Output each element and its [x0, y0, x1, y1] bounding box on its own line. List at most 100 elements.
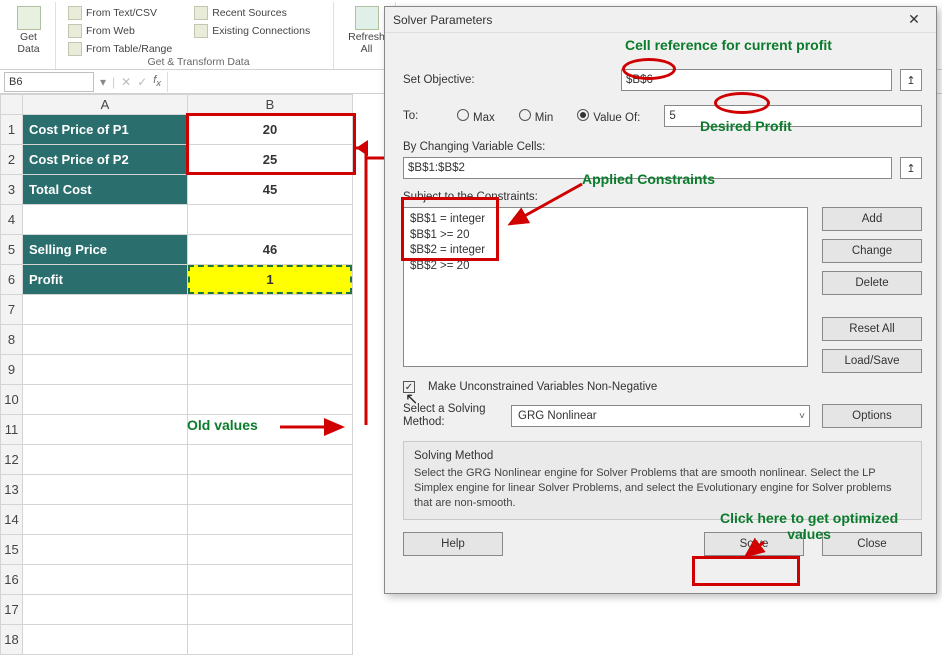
- cell-B16[interactable]: [188, 565, 352, 594]
- cell-A13[interactable]: [23, 475, 187, 504]
- col-header-B[interactable]: B: [188, 95, 353, 115]
- row-header[interactable]: 2: [1, 145, 23, 175]
- cell-A9[interactable]: [23, 355, 187, 384]
- radio-value-of[interactable]: Value Of:: [577, 109, 640, 124]
- solving-method-select[interactable]: GRG Nonlinear ˅: [511, 405, 810, 427]
- cell-A14[interactable]: [23, 505, 187, 534]
- cell-A4[interactable]: [23, 205, 187, 234]
- constraints-listbox[interactable]: $B$1 = integer $B$1 >= 20 $B$2 = integer…: [403, 207, 808, 367]
- cell-B4[interactable]: [188, 205, 352, 234]
- cell-A8[interactable]: [23, 325, 187, 354]
- row-header[interactable]: 4: [1, 205, 23, 235]
- row-header[interactable]: 16: [1, 565, 23, 595]
- cell-B13[interactable]: [188, 475, 352, 504]
- constraint-item[interactable]: $B$2 = integer: [410, 243, 801, 259]
- constraint-item[interactable]: $B$2 >= 20: [410, 259, 801, 275]
- refresh-all-button[interactable]: Refresh All: [347, 4, 387, 55]
- get-data-button[interactable]: Get Data: [9, 4, 49, 55]
- to-label: To:: [403, 110, 433, 122]
- enter-formula-icon[interactable]: ✓: [137, 75, 147, 89]
- load-save-button[interactable]: Load/Save: [822, 349, 922, 373]
- range-picker-button[interactable]: ↥: [900, 69, 922, 91]
- add-button[interactable]: Add: [822, 207, 922, 231]
- from-table-range-button[interactable]: From Table/Range: [66, 40, 174, 57]
- set-objective-input[interactable]: $B$6: [621, 69, 892, 91]
- row-header[interactable]: 7: [1, 295, 23, 325]
- name-box[interactable]: B6: [4, 72, 94, 92]
- cell-B12[interactable]: [188, 445, 352, 474]
- cell-A11[interactable]: [23, 415, 187, 444]
- by-changing-input[interactable]: $B$1:$B$2: [403, 157, 892, 179]
- change-button[interactable]: Change: [822, 239, 922, 263]
- row-header[interactable]: 8: [1, 325, 23, 355]
- close-dialog-button[interactable]: Close: [822, 532, 922, 556]
- recent-sources-button[interactable]: Recent Sources: [192, 4, 312, 21]
- help-button[interactable]: Help: [403, 532, 503, 556]
- cell-B11[interactable]: [188, 415, 352, 444]
- cell-B6[interactable]: 1: [188, 265, 352, 294]
- cell-A17[interactable]: [23, 595, 187, 624]
- fx-icon[interactable]: fx: [153, 74, 161, 88]
- reset-all-button[interactable]: Reset All: [822, 317, 922, 341]
- cell-A12[interactable]: [23, 445, 187, 474]
- row-header[interactable]: 1: [1, 115, 23, 145]
- chevron-down-icon: ˅: [799, 411, 805, 422]
- row-header[interactable]: 11: [1, 415, 23, 445]
- cell-B8[interactable]: [188, 325, 352, 354]
- value-of-input[interactable]: 5: [664, 105, 922, 127]
- cell-A6[interactable]: Profit: [23, 265, 187, 294]
- range-picker-button[interactable]: ↥: [900, 157, 922, 179]
- cell-B10[interactable]: [188, 385, 352, 414]
- from-web-button[interactable]: From Web: [66, 22, 174, 39]
- cell-B9[interactable]: [188, 355, 352, 384]
- from-text-csv-button[interactable]: From Text/CSV: [66, 4, 174, 21]
- cell-A3[interactable]: Total Cost: [23, 175, 187, 204]
- cancel-formula-icon[interactable]: ✕: [121, 75, 131, 89]
- cell-A7[interactable]: [23, 295, 187, 324]
- cell-A1[interactable]: Cost Price of P1: [23, 115, 187, 144]
- radio-min[interactable]: Min: [519, 109, 554, 124]
- cell-B1[interactable]: 20: [188, 115, 352, 144]
- cell-B7[interactable]: [188, 295, 352, 324]
- constraint-item[interactable]: $B$1 >= 20: [410, 228, 801, 244]
- cell-B5[interactable]: 46: [188, 235, 352, 264]
- dialog-titlebar[interactable]: Solver Parameters ✕: [385, 7, 936, 33]
- row-header[interactable]: 14: [1, 505, 23, 535]
- from-table-range-label: From Table/Range: [86, 43, 172, 55]
- grid[interactable]: A B 1 Cost Price of P1 20 2 Cost Price o…: [0, 94, 353, 655]
- radio-max[interactable]: Max: [457, 109, 495, 124]
- row-header[interactable]: 13: [1, 475, 23, 505]
- row-header[interactable]: 10: [1, 385, 23, 415]
- cell-B17[interactable]: [188, 595, 352, 624]
- link-icon: [194, 24, 208, 38]
- row-header[interactable]: 6: [1, 265, 23, 295]
- dropdown-icon[interactable]: ▾: [100, 75, 106, 89]
- col-header-A[interactable]: A: [23, 95, 188, 115]
- cell-B18[interactable]: [188, 625, 352, 654]
- cell-B3[interactable]: 45: [188, 175, 352, 204]
- row-header[interactable]: 9: [1, 355, 23, 385]
- row-header[interactable]: 18: [1, 625, 23, 655]
- close-button[interactable]: ✕: [900, 10, 928, 30]
- cell-A5[interactable]: Selling Price: [23, 235, 187, 264]
- solving-method-value: GRG Nonlinear: [518, 410, 597, 422]
- cell-B2[interactable]: 25: [188, 145, 352, 174]
- solve-button[interactable]: Solve: [704, 532, 804, 556]
- row-header[interactable]: 17: [1, 595, 23, 625]
- cell-A16[interactable]: [23, 565, 187, 594]
- cell-B15[interactable]: [188, 535, 352, 564]
- row-header[interactable]: 3: [1, 175, 23, 205]
- cell-A10[interactable]: [23, 385, 187, 414]
- constraint-item[interactable]: $B$1 = integer: [410, 212, 801, 228]
- row-header[interactable]: 5: [1, 235, 23, 265]
- row-header[interactable]: 15: [1, 535, 23, 565]
- row-header[interactable]: 12: [1, 445, 23, 475]
- delete-button[interactable]: Delete: [822, 271, 922, 295]
- cell-B14[interactable]: [188, 505, 352, 534]
- existing-connections-button[interactable]: Existing Connections: [192, 22, 312, 39]
- cell-A2[interactable]: Cost Price of P2: [23, 145, 187, 174]
- select-all-corner[interactable]: [1, 95, 23, 115]
- cell-A15[interactable]: [23, 535, 187, 564]
- cell-A18[interactable]: [23, 625, 187, 654]
- options-button[interactable]: Options: [822, 404, 922, 428]
